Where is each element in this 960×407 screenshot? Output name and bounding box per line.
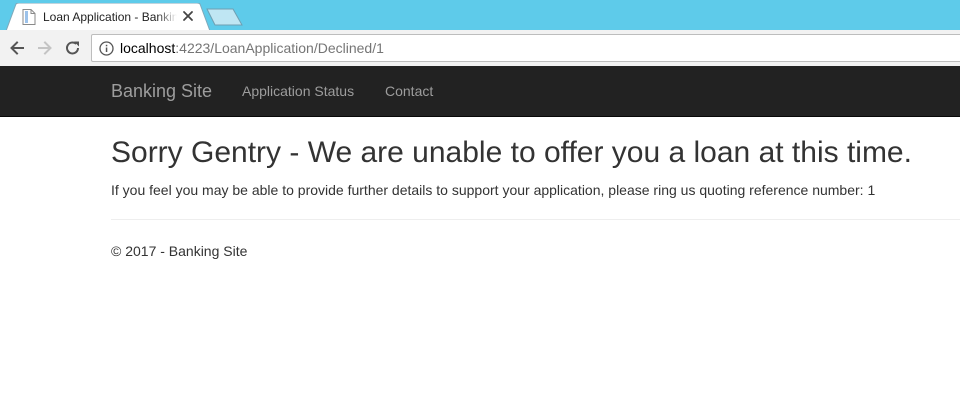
browser-tab[interactable]: Loan Application - Banking Site: [6, 3, 210, 31]
site-navbar: Banking Site Application Status Contact: [0, 66, 960, 117]
nav-link-contact[interactable]: Contact: [385, 83, 433, 100]
close-icon[interactable]: [181, 9, 195, 23]
new-tab-icon[interactable]: [206, 8, 244, 26]
url-host: localhost: [120, 40, 176, 56]
arrow-right-icon[interactable]: [35, 38, 55, 58]
footer-copyright: © 2017 - Banking Site: [111, 243, 248, 259]
arrow-left-icon[interactable]: [7, 38, 27, 58]
browser-tab-strip: Loan Application - Banking Site: [0, 0, 960, 31]
address-bar[interactable]: localhost:4223/LoanApplication/Declined/…: [91, 34, 960, 62]
nav-link-application-status[interactable]: Application Status: [242, 83, 354, 100]
reload-icon[interactable]: [63, 38, 83, 58]
page-heading: Sorry Gentry - We are unable to offer yo…: [111, 136, 912, 169]
tab-title: Loan Application - Banking Site: [43, 10, 177, 24]
info-icon[interactable]: [99, 41, 114, 56]
document-icon: [22, 9, 36, 25]
navbar-brand[interactable]: Banking Site: [111, 81, 212, 101]
url-path: :4223/LoanApplication/Declined/1: [175, 40, 384, 56]
decline-message: If you feel you may be able to provide f…: [111, 182, 876, 198]
browser-toolbar: localhost:4223/LoanApplication/Declined/…: [0, 30, 960, 66]
url-text[interactable]: localhost:4223/LoanApplication/Declined/…: [120, 40, 384, 57]
footer-divider: [111, 219, 960, 220]
